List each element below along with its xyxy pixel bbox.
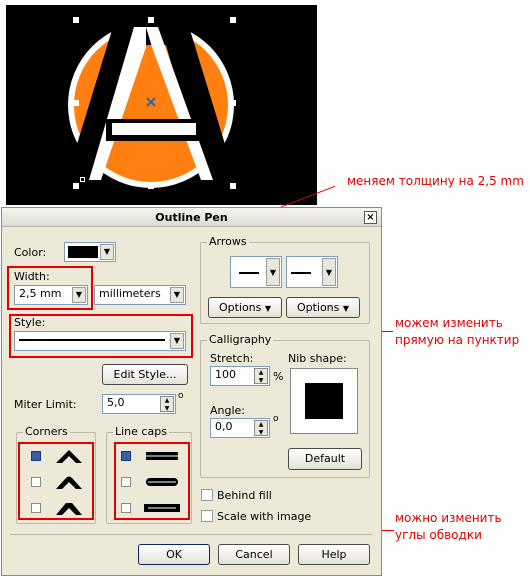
selection-handle-right[interactable] <box>230 100 236 106</box>
round-cap-icon <box>146 478 178 486</box>
units-select[interactable]: millimeters ▼ <box>94 285 186 305</box>
options-left-label: Options <box>218 301 262 314</box>
bevel-corner-icon <box>56 503 82 515</box>
selection-handle-top-right[interactable] <box>230 17 236 23</box>
selection-handle-top-left[interactable] <box>73 17 79 23</box>
selection-handle-bottom[interactable] <box>148 183 154 189</box>
miter-limit-input[interactable]: 5,0 ▲ ▼ <box>102 394 176 414</box>
width-select[interactable]: 2,5 mm ▼ <box>14 285 88 305</box>
stretch-input[interactable]: 100 ▲ ▼ <box>210 366 270 386</box>
chevron-down-icon[interactable]: ▼ <box>266 258 280 286</box>
drawing-canvas[interactable] <box>6 5 317 205</box>
percent-symbol: % <box>273 370 284 383</box>
selection-handle-bottom-left[interactable] <box>73 183 79 189</box>
scale-with-image-label: Scale with image <box>217 510 312 523</box>
corners-annotation: можно изменить углы обводки <box>395 511 502 542</box>
square-cap-icon <box>144 504 180 512</box>
angle-degree-symbol: o <box>273 414 279 424</box>
color-swatch <box>68 246 98 258</box>
selection-handle-left[interactable] <box>73 100 79 106</box>
scale-with-image-checkbox[interactable] <box>201 510 213 522</box>
miter-spinner[interactable]: ▲ ▼ <box>160 396 174 412</box>
angle-spinner[interactable]: ▲ ▼ <box>254 420 268 436</box>
default-button[interactable]: Default <box>288 448 362 470</box>
corners-title: Corners <box>23 425 70 438</box>
angle-value: 0,0 <box>215 420 233 433</box>
color-label: Color: <box>14 246 47 259</box>
miter-limit-value: 5,0 <box>107 396 125 409</box>
style-label: Style: <box>14 316 46 329</box>
close-button[interactable]: × <box>364 211 377 224</box>
width-annotation: меняем толщину на 2,5 mm <box>347 174 524 188</box>
dialog-title: Outline Pen <box>155 211 228 224</box>
corner-miter-radio[interactable] <box>31 451 41 461</box>
chevron-down-icon: ▼ <box>264 304 272 313</box>
corner-bevel-radio[interactable] <box>31 503 41 513</box>
nib-shape-preview[interactable] <box>290 368 358 434</box>
ok-button[interactable]: OK <box>138 544 210 565</box>
round-corner-icon <box>56 476 82 489</box>
miter-limit-label: Miter Limit: <box>14 398 77 411</box>
solid-line-sample <box>19 339 165 341</box>
behind-fill-label: Behind fill <box>217 489 272 502</box>
stretch-label: Stretch: <box>210 352 254 365</box>
chevron-down-icon: ▼ <box>342 304 350 313</box>
calligraphy-title: Calligraphy <box>207 333 274 346</box>
edit-style-button[interactable]: Edit Style... <box>102 364 188 385</box>
arrow-options-left-button[interactable]: Options ▼ <box>208 297 282 318</box>
width-value: 2,5 mm <box>19 287 62 300</box>
end-arrow-line <box>291 272 311 274</box>
help-button[interactable]: Help <box>298 544 370 565</box>
divider <box>10 534 372 535</box>
cap-round-radio[interactable] <box>121 477 131 487</box>
options-right-label: Options <box>296 301 340 314</box>
units-value: millimeters <box>99 287 161 300</box>
chevron-down-icon[interactable]: ▼ <box>170 287 184 303</box>
outline-pen-dialog: Outline Pen × Color: ▼ Width: 2,5 mm ▼ m… <box>1 207 382 576</box>
cap-square-radio[interactable] <box>121 503 131 513</box>
dialog-titlebar: Outline Pen × <box>2 208 381 227</box>
end-arrow-select[interactable]: ▼ <box>286 256 338 288</box>
style-annotation: можем изменить прямую на пунктир <box>395 316 520 347</box>
nib-square-icon <box>305 383 343 419</box>
start-arrow-line <box>239 272 259 274</box>
selection-handle-bottom-right[interactable] <box>230 183 236 189</box>
line-caps-title: Line caps <box>113 425 169 438</box>
butt-cap-icon <box>146 452 178 460</box>
stretch-spinner[interactable]: ▲ ▼ <box>254 368 268 384</box>
style-select[interactable]: ▼ <box>14 331 186 351</box>
nib-shape-label: Nib shape: <box>288 352 347 365</box>
behind-fill-checkbox[interactable] <box>201 489 213 501</box>
color-picker[interactable]: ▼ <box>64 242 116 262</box>
degree-symbol: o <box>178 391 184 401</box>
arrows-title: Arrows <box>207 235 249 248</box>
angle-label: Angle: <box>210 404 246 417</box>
stretch-value: 100 <box>215 368 236 381</box>
node-handle[interactable] <box>80 177 85 182</box>
miter-corner-icon <box>56 450 82 463</box>
angle-input[interactable]: 0,0 ▲ ▼ <box>210 418 270 438</box>
chevron-down-icon[interactable]: ▼ <box>100 244 114 260</box>
chevron-down-icon[interactable]: ▼ <box>170 333 184 349</box>
start-arrow-select[interactable]: ▼ <box>230 256 282 288</box>
chevron-down-icon[interactable]: ▼ <box>322 258 336 286</box>
selection-handle-top[interactable] <box>148 17 154 23</box>
logo-illustration <box>66 17 236 188</box>
arrow-options-right-button[interactable]: Options ▼ <box>286 297 360 318</box>
cancel-button[interactable]: Cancel <box>218 544 290 565</box>
corner-round-radio[interactable] <box>31 477 41 487</box>
cap-butt-radio[interactable] <box>121 451 131 461</box>
chevron-down-icon[interactable]: ▼ <box>72 287 86 303</box>
width-label: Width: <box>14 270 50 283</box>
